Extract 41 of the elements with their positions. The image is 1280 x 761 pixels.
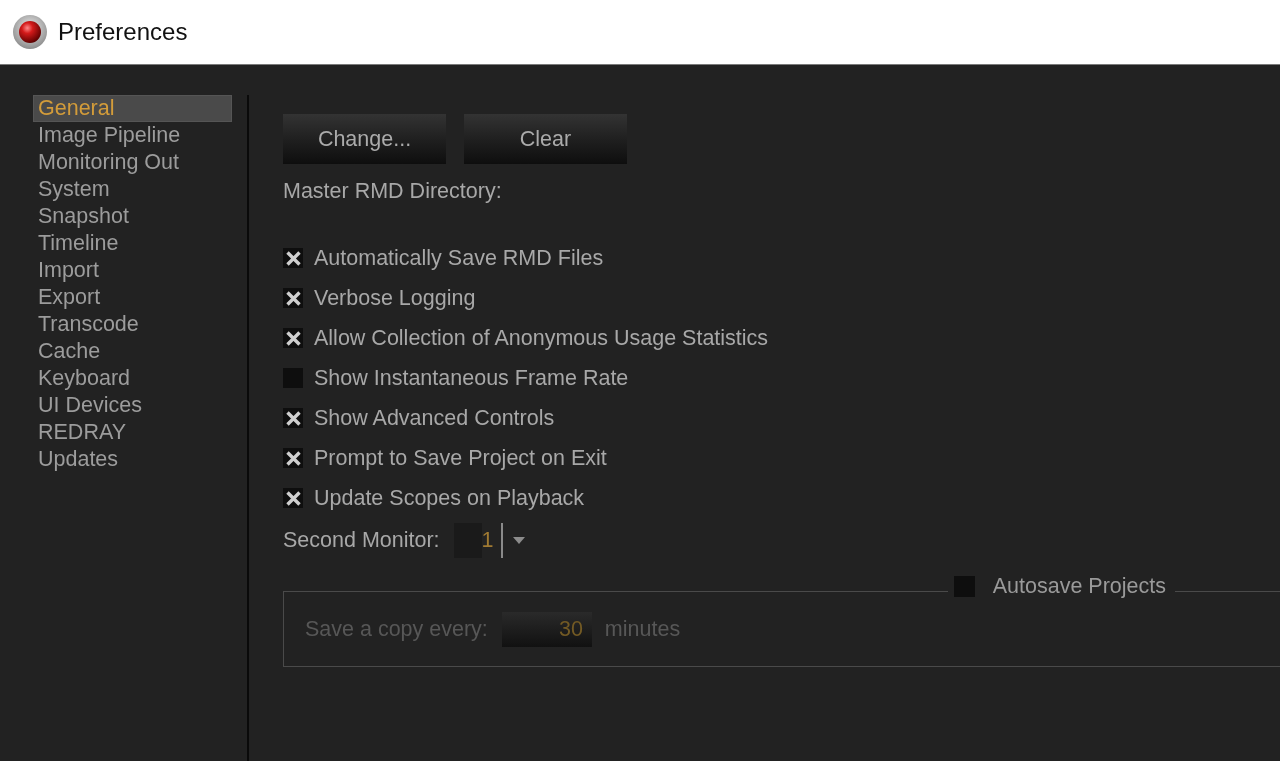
checkbox-label: Show Advanced Controls bbox=[314, 404, 555, 432]
directory-button[interactable]: Clear bbox=[464, 114, 627, 164]
sidebar-item[interactable]: Export bbox=[33, 284, 232, 311]
sidebar-item[interactable]: Import bbox=[33, 257, 232, 284]
directory-button[interactable]: Change... bbox=[283, 114, 446, 164]
checkbox[interactable] bbox=[283, 448, 303, 468]
sidebar-item[interactable]: REDRAY bbox=[33, 419, 232, 446]
checkbox-label: Allow Collection of Anonymous Usage Statistics bbox=[314, 324, 769, 352]
directory-label: Master RMD Directory: bbox=[283, 178, 502, 205]
checkbox-label: Verbose Logging bbox=[314, 284, 476, 312]
checkbox-label: Update Scopes on Playback bbox=[314, 484, 585, 512]
sidebar-item[interactable]: General bbox=[33, 95, 232, 122]
sidebar-item[interactable]: Cache bbox=[33, 338, 232, 365]
caret-icon bbox=[513, 537, 526, 544]
sidebar-item[interactable]: Image Pipeline bbox=[33, 122, 232, 149]
checkbox[interactable] bbox=[283, 248, 303, 268]
x-mark-icon bbox=[285, 250, 301, 266]
sidebar-item[interactable]: Updates bbox=[33, 446, 232, 473]
group-title: Autosave Projects bbox=[992, 573, 1166, 599]
sidebar-item[interactable]: Keyboard bbox=[33, 365, 232, 392]
checkbox[interactable] bbox=[283, 488, 303, 508]
checkbox[interactable] bbox=[283, 288, 303, 308]
x-mark-icon bbox=[285, 290, 301, 306]
sidebar-item[interactable]: Monitoring Out bbox=[33, 149, 232, 176]
sidebar-item[interactable]: UI Devices bbox=[33, 392, 232, 419]
app-icon bbox=[13, 15, 47, 49]
x-mark-icon bbox=[285, 410, 301, 426]
checkbox[interactable] bbox=[283, 328, 303, 348]
window-title: Preferences bbox=[58, 18, 188, 46]
x-mark-icon bbox=[285, 490, 301, 506]
sidebar-item[interactable]: Transcode bbox=[33, 311, 232, 338]
checkbox[interactable] bbox=[283, 408, 303, 428]
monitor-label: Second Monitor: bbox=[283, 527, 440, 554]
sidebar-item[interactable]: System bbox=[33, 176, 232, 203]
checkbox-label: Show Instantaneous Frame Rate bbox=[314, 364, 629, 392]
sidebar-item[interactable]: Timeline bbox=[33, 230, 232, 257]
x-mark-icon bbox=[285, 450, 301, 466]
x-mark-icon bbox=[285, 330, 301, 346]
sidebar-item[interactable]: Snapshot bbox=[33, 203, 232, 230]
checkbox-label: Automatically Save RMD Files bbox=[314, 244, 604, 272]
checkbox-label: Prompt to Save Project on Exit bbox=[314, 444, 607, 472]
